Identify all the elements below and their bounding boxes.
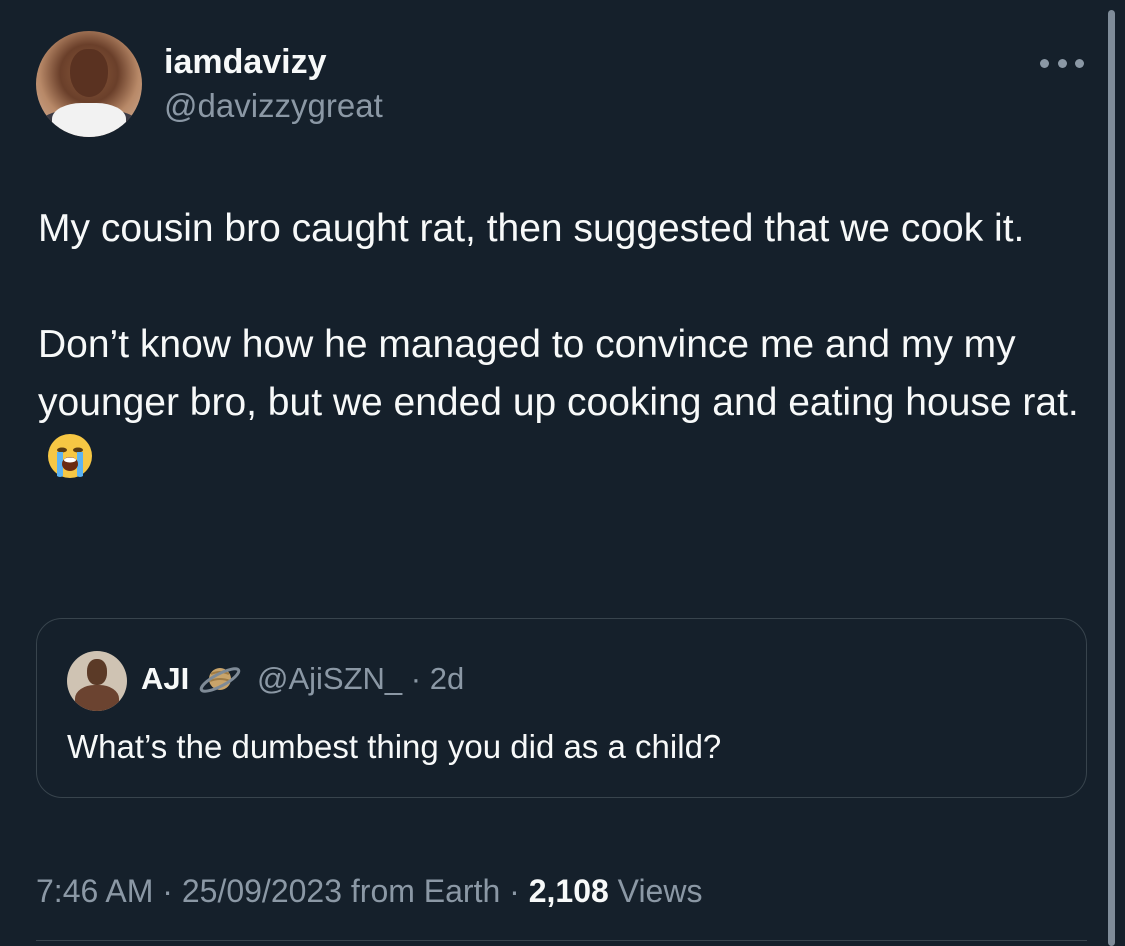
views-label[interactable]: Views: [618, 873, 703, 909]
author-avatar[interactable]: [36, 31, 142, 137]
tweet-paragraph-1: My cousin bro caught rat, then suggested…: [38, 207, 1025, 250]
author-handle[interactable]: @davizzygreat: [164, 86, 383, 126]
tweet-date[interactable]: 25/09/2023: [182, 873, 342, 909]
tweet: iamdavizy @davizzygreat My cousin bro ca…: [0, 0, 1125, 946]
more-options-icon[interactable]: [1040, 52, 1084, 74]
meta-separator: ·: [162, 873, 173, 909]
tweet-paragraph-2-text: Don’t know how he managed to convince me…: [38, 323, 1079, 424]
quoted-avatar-face: [87, 659, 107, 685]
more-dot: [1075, 58, 1084, 68]
views-count[interactable]: 2,108: [529, 873, 609, 909]
quoted-separator: ·: [410, 661, 422, 696]
author-display-name[interactable]: iamdavizy: [164, 42, 327, 82]
quoted-author-handle[interactable]: @AjiSZN_: [257, 661, 402, 696]
more-dot: [1057, 58, 1067, 68]
quoted-tweet[interactable]: AJI @AjiSZN_ · 2d What’s the dumbest thi…: [36, 618, 1087, 798]
divider: [36, 940, 1087, 941]
quoted-age[interactable]: 2d: [430, 661, 464, 696]
loudly-crying-face-icon: [48, 434, 92, 478]
avatar-shirt: [52, 103, 126, 137]
tweet-time[interactable]: 7:46 AM: [36, 873, 153, 909]
tweet-text: My cousin bro caught rat, then suggested…: [38, 200, 1098, 491]
ringed-planet-icon: [199, 667, 241, 693]
more-dot: [1040, 58, 1049, 68]
meta-separator: ·: [509, 873, 520, 909]
quoted-tweet-text: What’s the dumbest thing you did as a ch…: [67, 728, 722, 765]
tweet-paragraph-2: Don’t know how he managed to convince me…: [38, 316, 1098, 491]
scrollbar[interactable]: [1108, 10, 1115, 946]
avatar-face: [70, 49, 108, 97]
quoted-avatar-body: [75, 685, 119, 711]
quoted-author-avatar[interactable]: [67, 651, 127, 711]
tweet-source: from Earth: [350, 873, 501, 909]
tweet-metadata: 7:46 AM · 25/09/2023 from Earth · 2,108 …: [36, 870, 702, 912]
quoted-meta: @AjiSZN_ · 2d: [257, 659, 464, 699]
quoted-author-display-name[interactable]: AJI: [141, 659, 189, 699]
